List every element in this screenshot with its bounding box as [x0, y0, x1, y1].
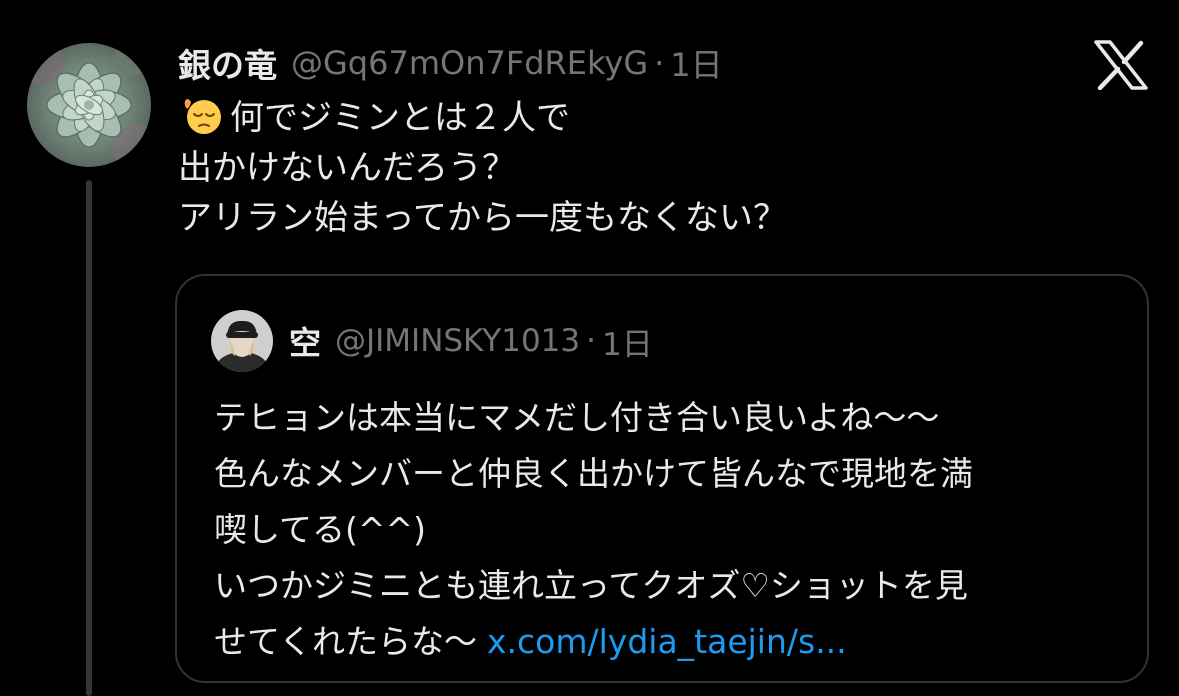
tweet-line-3: アリラン始まってから一度もなくない？: [178, 198, 787, 238]
tweet-line-2: 出かけないんだろう？: [178, 148, 516, 188]
tweet-text: 何でジミンとは２人で 出かけないんだろう？ アリラン始まってから一度もなくない？: [178, 93, 1138, 243]
quote-author-avatar[interactable]: [211, 310, 273, 372]
quote-link[interactable]: x.com/lydia_taejin/s...: [487, 622, 847, 661]
pensive-face-emoji-icon: [178, 96, 224, 136]
quote-text: テヒョンは本当にマメだし付き合い良いよね〜〜 色んなメンバーと仲良く出かけて皆ん…: [214, 390, 1134, 670]
quote-header: 空 @JIMINSKY1013 · 1日: [289, 318, 653, 364]
quote-separator-dot: ·: [586, 323, 596, 359]
tweet-line: 何でジミンとは２人で: [178, 93, 1138, 143]
author-display-name[interactable]: 銀の竜: [178, 39, 277, 87]
tweet-timestamp[interactable]: 1日: [670, 40, 722, 86]
quote-line-1: テヒョンは本当にマメだし付き合い良いよね〜〜: [214, 398, 940, 437]
quote-line-2: 色んなメンバーと仲良く出かけて皆んなで現地を満: [214, 454, 973, 493]
quote-author-handle[interactable]: @JIMINSKY1013: [335, 323, 580, 359]
x-logo-icon[interactable]: [1094, 40, 1148, 91]
quote-timestamp[interactable]: 1日: [602, 319, 653, 364]
succulent-icon: [27, 43, 151, 167]
tweet-line-1: 何でジミンとは２人で: [230, 98, 570, 138]
person-avatar-icon: [211, 310, 273, 372]
quote-line-4: いつかジミニとも連れ立ってクオズ♡ショットを見: [214, 566, 968, 605]
tweet-header: 銀の竜 @Gq67mOn7FdREkyG · 1日: [178, 40, 723, 86]
quote-last-line-text: せてくれたらな〜: [214, 622, 478, 661]
quote-line-5: せてくれたらな〜 x.com/lydia_taejin/s...: [214, 614, 1134, 670]
author-handle[interactable]: @Gq67mOn7FdREkyG: [291, 44, 648, 82]
separator-dot: ·: [654, 44, 665, 82]
quote-author-display-name[interactable]: 空: [289, 318, 321, 364]
quoted-tweet-card[interactable]: 空 @JIMINSKY1013 · 1日 テヒョンは本当にマメだし付き合い良いよ…: [175, 274, 1149, 683]
thread-connector-line: [86, 180, 92, 696]
quote-line-3: 喫してる(^^): [214, 510, 427, 549]
author-avatar[interactable]: [27, 43, 151, 167]
